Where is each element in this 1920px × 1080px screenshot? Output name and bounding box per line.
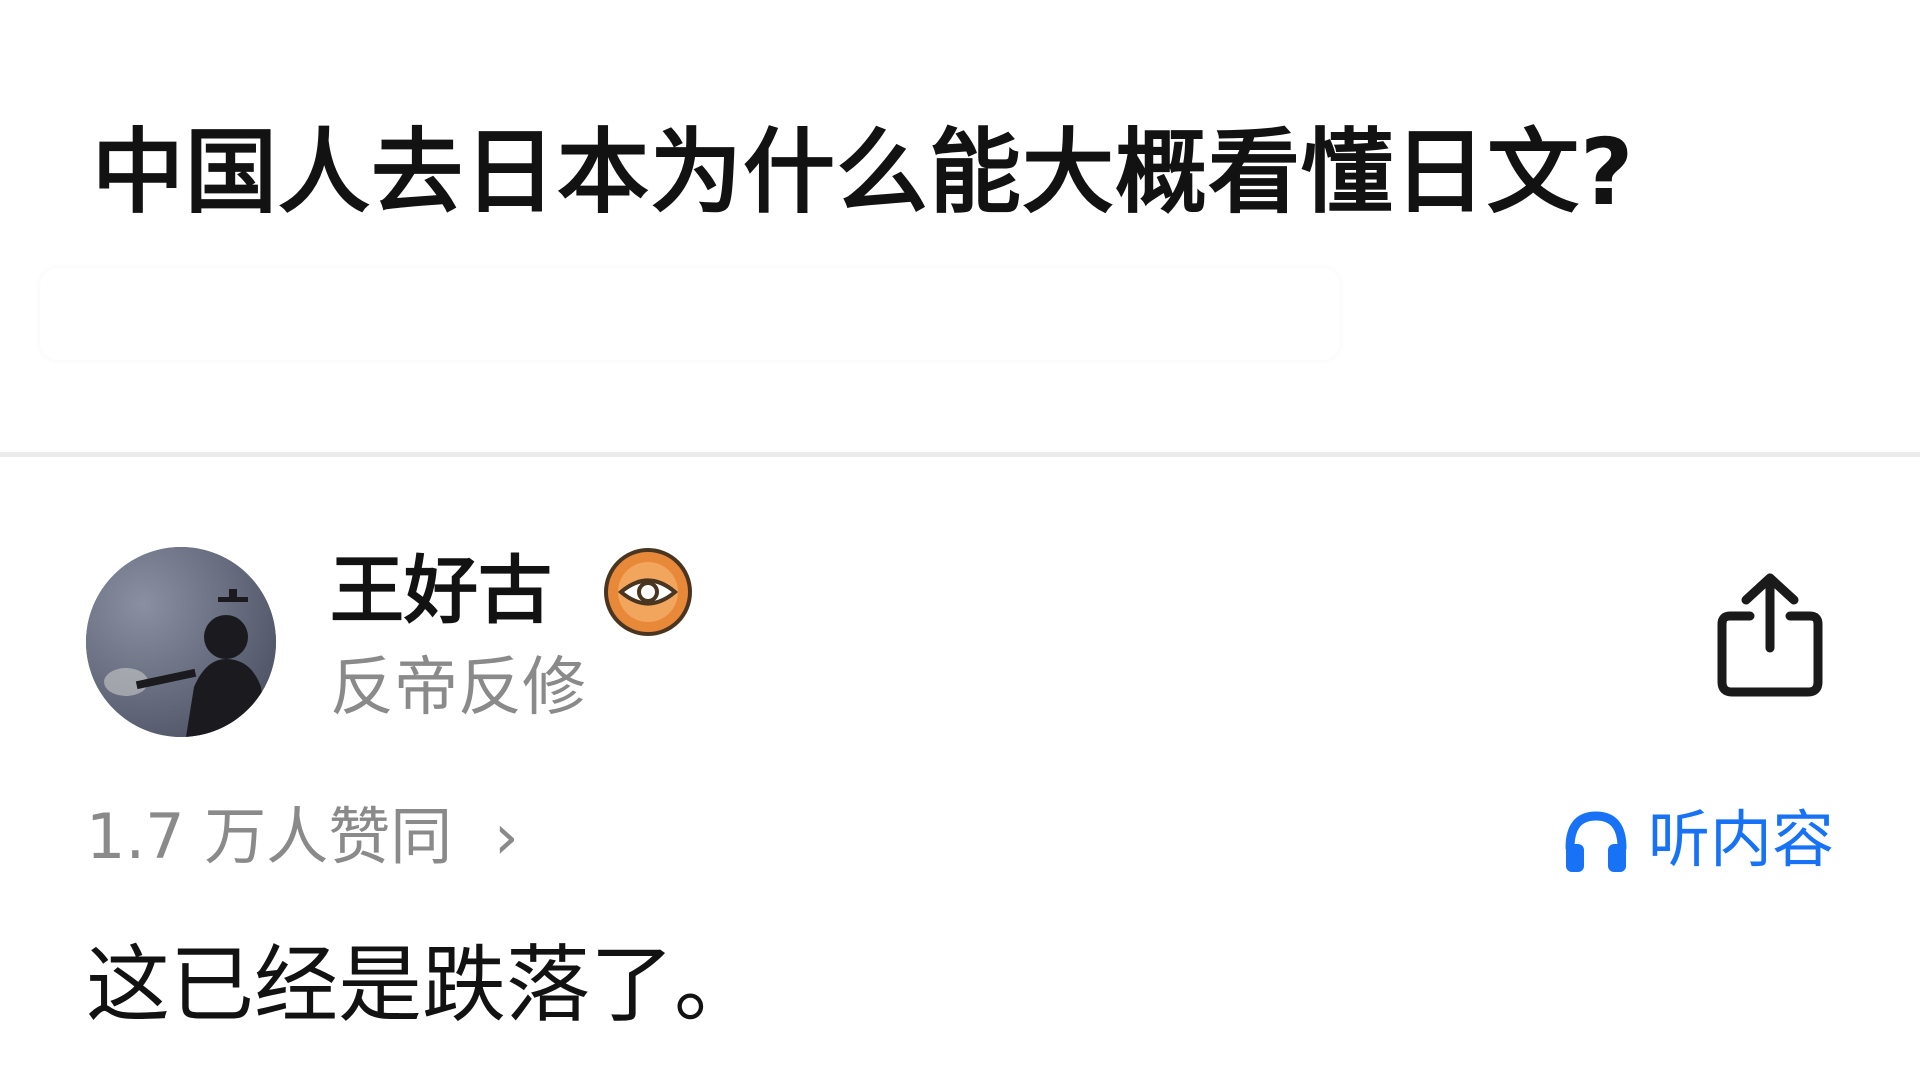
answer-page: 中国人去日本为什么能大概看懂日文? 王好古 反帝反修 1.7 万人赞同 › 听内… — [0, 0, 1920, 1080]
votes-count[interactable]: 1.7 万人赞同 › — [86, 800, 519, 874]
listen-label: 听内容 — [1647, 802, 1834, 876]
question-title[interactable]: 中国人去日本为什么能大概看懂日文? — [92, 118, 1634, 228]
author-name[interactable]: 王好古 — [330, 547, 552, 636]
share-icon — [1717, 573, 1823, 697]
eye-badge-icon[interactable] — [603, 547, 693, 637]
share-button[interactable] — [1710, 570, 1830, 700]
avatar-silhouette-icon — [86, 547, 276, 737]
listen-button[interactable]: 听内容 — [1562, 800, 1834, 880]
chevron-right-icon: › — [494, 800, 519, 873]
author-avatar[interactable] — [86, 547, 276, 737]
answer-text[interactable]: 这已经是跌落了。 — [86, 935, 758, 1036]
votes-label: 1.7 万人赞同 — [86, 800, 453, 873]
author-bio: 反帝反修 — [330, 651, 586, 725]
headphones-icon — [1565, 811, 1627, 872]
question-detail-placeholder — [40, 268, 1340, 360]
section-divider — [0, 452, 1920, 457]
